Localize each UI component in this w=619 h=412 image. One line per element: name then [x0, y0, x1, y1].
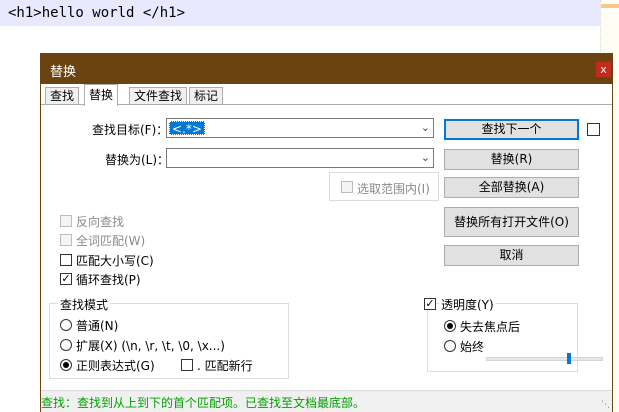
status-bar: 查找：查找到从上到下的首个匹配项。已查找至文档最底部。 ⋱: [41, 390, 612, 412]
find-label: 查找目标(F)：: [92, 123, 169, 137]
search-mode-title: 查找模式: [58, 296, 111, 313]
close-button[interactable]: x: [596, 62, 611, 77]
chevron-down-icon[interactable]: ⌄: [421, 121, 430, 134]
backward-label: 反向查找: [76, 215, 125, 229]
dialog-titlebar[interactable]: 替换 x: [41, 54, 612, 84]
dot-matches-newline-label: . 匹配新行: [197, 359, 253, 373]
find-next-extra-checkbox[interactable]: [587, 123, 600, 136]
transparency-title: 透明度(Y): [439, 296, 496, 313]
backward-checkbox[interactable]: [60, 215, 72, 227]
current-line-highlight: <h1>hello world </h1>: [0, 0, 619, 26]
tab-find-in-files[interactable]: 文件查找: [129, 87, 188, 105]
whole-word-label: 全词匹配(W): [76, 234, 146, 248]
tab-find[interactable]: 查找: [45, 87, 80, 105]
replace-label: 替换为(L)：: [105, 153, 170, 167]
normal-mode-radio[interactable]: [60, 319, 72, 331]
wrap-around-label: 循环查找(P): [76, 273, 141, 287]
match-case-checkbox[interactable]: [60, 254, 72, 266]
transparency-group: [427, 303, 578, 372]
regex-mode-radio[interactable]: [60, 359, 72, 371]
replace-dialog: 替换 x 查找 替换 文件查找 标记 查找目标(F)： <.*> ⌄ 查找下一个…: [40, 53, 613, 412]
whole-word-checkbox[interactable]: [60, 234, 72, 246]
editor-line-text[interactable]: <h1>hello world </h1>: [8, 5, 185, 21]
transparency-checkbox[interactable]: ✓: [424, 298, 436, 310]
margin-marker: [601, 4, 619, 8]
replace-panel: 查找目标(F)： <.*> ⌄ 查找下一个 替换为(L)： ⌄ 替换(R) 选取…: [41, 104, 612, 391]
match-case-label: 匹配大小写(C): [76, 254, 154, 268]
replace-button[interactable]: 替换(R): [444, 149, 579, 170]
on-lose-focus-radio[interactable]: [444, 320, 456, 332]
regex-mode-label: 正则表达式(G): [76, 359, 155, 373]
normal-mode-label: 普通(N): [76, 319, 119, 333]
find-input-value[interactable]: <.*>: [169, 121, 205, 136]
dot-matches-newline-checkbox[interactable]: [181, 359, 193, 371]
find-next-button[interactable]: 查找下一个: [444, 119, 579, 140]
wrap-around-checkbox[interactable]: ✓: [60, 273, 72, 285]
tab-replace[interactable]: 替换: [84, 84, 119, 106]
always-radio[interactable]: [444, 340, 456, 352]
transparency-slider-handle[interactable]: [567, 353, 571, 364]
transparency-slider-track[interactable]: [486, 357, 603, 361]
status-message: 查找：查找到从上到下的首个匹配项。已查找至文档最底部。: [41, 396, 366, 410]
on-lose-focus-label: 失去焦点后: [460, 320, 521, 334]
dialog-tabs: 查找 替换 文件查找 标记: [41, 84, 612, 106]
replace-combobox[interactable]: ⌄: [166, 148, 434, 168]
extended-mode-radio[interactable]: [60, 339, 72, 351]
find-combobox[interactable]: <.*> ⌄: [166, 118, 434, 138]
resize-grip-icon[interactable]: ⋱: [601, 400, 610, 410]
in-selection-checkbox[interactable]: [341, 181, 353, 193]
dialog-title: 替换: [50, 65, 77, 80]
in-selection-label: 选取范围内(I): [357, 182, 430, 196]
tab-mark[interactable]: 标记: [189, 87, 224, 105]
replace-all-button[interactable]: 全部替换(A): [444, 177, 579, 198]
always-label: 始终: [460, 340, 485, 354]
cancel-button[interactable]: 取消: [444, 245, 579, 266]
replace-all-open-files-button[interactable]: 替换所有打开文件(O): [444, 207, 579, 237]
chevron-down-icon[interactable]: ⌄: [421, 151, 430, 164]
extended-mode-label: 扩展(X) (\n, \r, \t, \0, \x...): [76, 339, 225, 353]
